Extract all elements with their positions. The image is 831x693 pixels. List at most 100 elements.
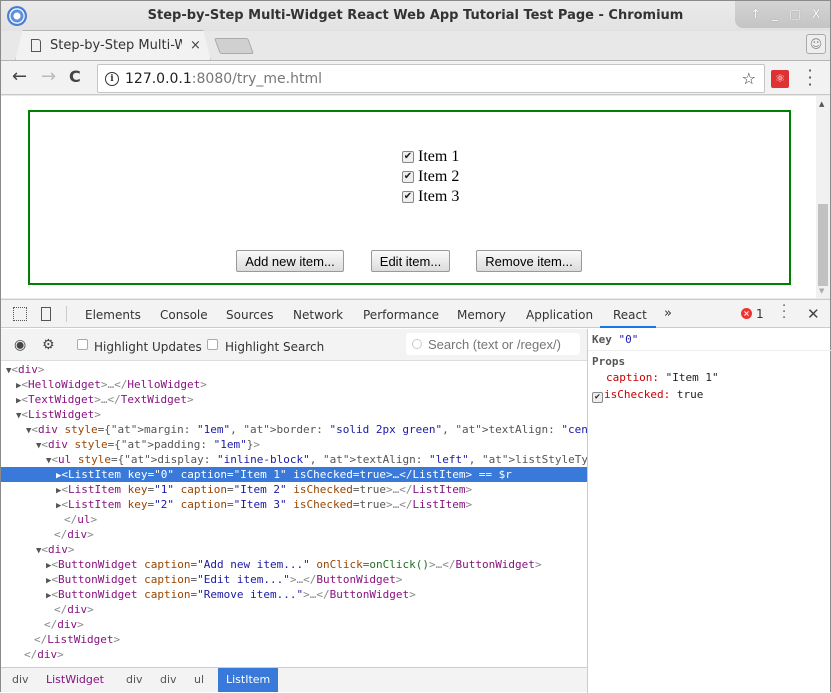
highlight-search-checkbox[interactable]	[207, 339, 218, 350]
list-item: ✔ Item 3	[402, 187, 459, 207]
devtools-menu-icon[interactable]: · · ·	[782, 300, 786, 325]
prop-checkbox[interactable]: ✔	[592, 392, 603, 403]
item-list: ✔ Item 1 ✔ Item 2 ✔ Item 3	[402, 147, 459, 207]
window-maximize-button[interactable]: □	[789, 7, 800, 21]
window-title: Step-by-Step Multi-Widget React Web App …	[147, 8, 684, 23]
item-checkbox[interactable]: ✔	[402, 191, 414, 203]
page-scrollbar[interactable]: ▲ ▼	[816, 96, 830, 298]
tree-row[interactable]: </ListWidget>	[1, 632, 587, 647]
url-path: :8080/try_me.html	[191, 70, 322, 87]
scroll-down-arrow-icon[interactable]: ▼	[819, 287, 824, 295]
edit-item-button[interactable]: Edit item...	[371, 250, 450, 272]
tab-application[interactable]: Application	[526, 308, 593, 322]
forward-button[interactable]: →	[41, 66, 56, 87]
component-search	[406, 333, 580, 355]
component-search-input[interactable]	[428, 336, 578, 352]
prop-value: true	[676, 388, 704, 401]
browser-menu-icon[interactable]: · · ·	[807, 63, 813, 93]
back-button[interactable]: ←	[12, 66, 27, 87]
list-item: ✔ Item 2	[402, 167, 459, 187]
tree-row[interactable]: ▶<ListItem key="1" caption="Item 2" isCh…	[1, 482, 587, 497]
tree-row-text: <div style={"at">padding: "1em"}	[41, 438, 254, 451]
tree-row[interactable]: ▼<div>	[1, 362, 587, 377]
breadcrumb-div[interactable]: div	[118, 668, 151, 692]
highlight-updates-checkbox[interactable]	[77, 339, 88, 350]
address-bar[interactable]: i 127.0.0.1:8080/try_me.html ☆	[97, 64, 765, 93]
tree-row[interactable]: ▶<TextWidget>…</TextWidget>	[1, 392, 587, 407]
tree-row[interactable]: </div>	[1, 527, 587, 542]
tab-network[interactable]: Network	[293, 308, 343, 322]
prop-name: caption	[606, 371, 653, 384]
tree-row[interactable]: </ul>	[1, 512, 587, 527]
tree-row[interactable]: ▶<ButtonWidget caption="Remove item...">…	[1, 587, 587, 602]
tab-react[interactable]: React	[613, 308, 647, 322]
item-checkbox[interactable]: ✔	[402, 171, 414, 183]
settings-gear-icon[interactable]: ⚙	[42, 337, 55, 353]
error-count[interactable]: 1	[756, 307, 764, 321]
device-toolbar-icon[interactable]	[41, 307, 51, 321]
remove-item-button[interactable]: Remove item...	[476, 250, 582, 272]
window-close-button[interactable]: X	[812, 7, 820, 21]
tab-sources[interactable]: Sources	[226, 308, 273, 322]
tree-row[interactable]: </div>	[1, 647, 587, 662]
browser-window: Step-by-Step Multi-Widget React Web App …	[0, 0, 831, 693]
tree-row[interactable]: ▼<div style={"at">padding: "1em"}>	[1, 437, 587, 452]
bookmark-star-icon[interactable]: ☆	[742, 69, 756, 88]
more-tabs-icon[interactable]: »	[664, 306, 672, 321]
breadcrumb-div[interactable]: div	[4, 668, 37, 692]
breadcrumb-listwidget[interactable]: ListWidget	[38, 668, 112, 692]
breadcrumb-listitem[interactable]: ListItem	[218, 668, 279, 692]
document-icon	[31, 39, 41, 52]
tree-row-text: <div style={"at">margin: "1em", "at">bor…	[31, 423, 317, 436]
tree-row-text: <div>	[11, 363, 45, 376]
tree-row[interactable]: ▼<div>	[1, 542, 587, 557]
reload-button[interactable]: C	[69, 67, 81, 86]
error-icon[interactable]: ×	[741, 308, 752, 319]
prop-name: isChecked	[604, 388, 664, 401]
scroll-up-arrow-icon[interactable]: ▲	[819, 100, 824, 108]
tree-row-text: <ListItem key="2" caption="Item 3" isChe…	[61, 498, 473, 511]
inspect-element-icon[interactable]	[13, 307, 27, 321]
tree-row[interactable]: </div>	[1, 602, 587, 617]
breadcrumb-div[interactable]: div	[152, 668, 185, 692]
active-tab-indicator	[600, 326, 656, 328]
tree-row[interactable]: ▼<div style={"at">margin: "1em", "at">bo…	[1, 422, 628, 437]
site-info-icon[interactable]: i	[105, 71, 119, 86]
react-devtools-extension-icon[interactable]: ⚛	[771, 70, 789, 88]
breadcrumb-ul[interactable]: ul	[186, 668, 212, 692]
select-target-icon[interactable]: ◉	[14, 337, 26, 353]
browser-tab[interactable]: Step-by-Step Multi-Widget React Web App …	[15, 30, 211, 61]
window-raise-button[interactable]: ↑	[751, 7, 761, 21]
window-minimize-button[interactable]: _	[772, 7, 778, 21]
tab-performance[interactable]: Performance	[363, 308, 439, 322]
devtools-close-icon[interactable]: ✕	[807, 305, 820, 323]
item-label: Item 2	[418, 168, 460, 185]
tree-row[interactable]: ▶<ListItem key="2" caption="Item 3" isCh…	[1, 497, 587, 512]
new-tab-button[interactable]	[214, 38, 254, 54]
highlight-updates-label: Highlight Updates	[94, 340, 202, 354]
prop-ischecked[interactable]: ✔ isChecked: true	[592, 387, 704, 403]
tab-close-icon[interactable]: ×	[190, 38, 201, 53]
list-item: ✔ Item 1	[402, 147, 459, 167]
tab-console[interactable]: Console	[160, 308, 208, 322]
key-value: "0"	[618, 333, 639, 346]
tab-memory[interactable]: Memory	[457, 308, 506, 322]
tree-row-text: <div>	[41, 543, 75, 556]
tree-row[interactable]: ▼<ListWidget>	[1, 407, 587, 422]
profile-icon[interactable]: ☺	[806, 34, 826, 54]
item-checkbox[interactable]: ✔	[402, 151, 414, 163]
tab-elements[interactable]: Elements	[85, 308, 141, 322]
tree-row-selected[interactable]: ▶<ListItem key="0" caption="Item 1" isCh…	[1, 467, 587, 482]
tree-row-text: <ButtonWidget caption="Add new item..." …	[51, 558, 542, 571]
tree-row[interactable]: ▶<HelloWidget>…</HelloWidget>	[1, 377, 587, 392]
tree-row[interactable]: ▶<ButtonWidget caption="Add new item..."…	[1, 557, 587, 572]
prop-caption[interactable]: caption: "Item 1"	[606, 370, 719, 385]
tree-row[interactable]: </div>	[1, 617, 587, 632]
react-toolbar: ◉ ⚙ Highlight Updates Highlight Search	[1, 329, 587, 361]
add-item-button[interactable]: Add new item...	[236, 250, 344, 272]
scrollbar-thumb[interactable]	[818, 204, 828, 286]
tree-row[interactable]: ▼<ul style={"at">display: "inline-block"…	[1, 452, 667, 467]
tree-row-text: <ButtonWidget caption="Remove item...">……	[51, 588, 416, 601]
tree-row[interactable]: ▶<ButtonWidget caption="Edit item...">…<…	[1, 572, 587, 587]
devtools-panel: Elements Console Sources Network Perform…	[1, 299, 831, 693]
